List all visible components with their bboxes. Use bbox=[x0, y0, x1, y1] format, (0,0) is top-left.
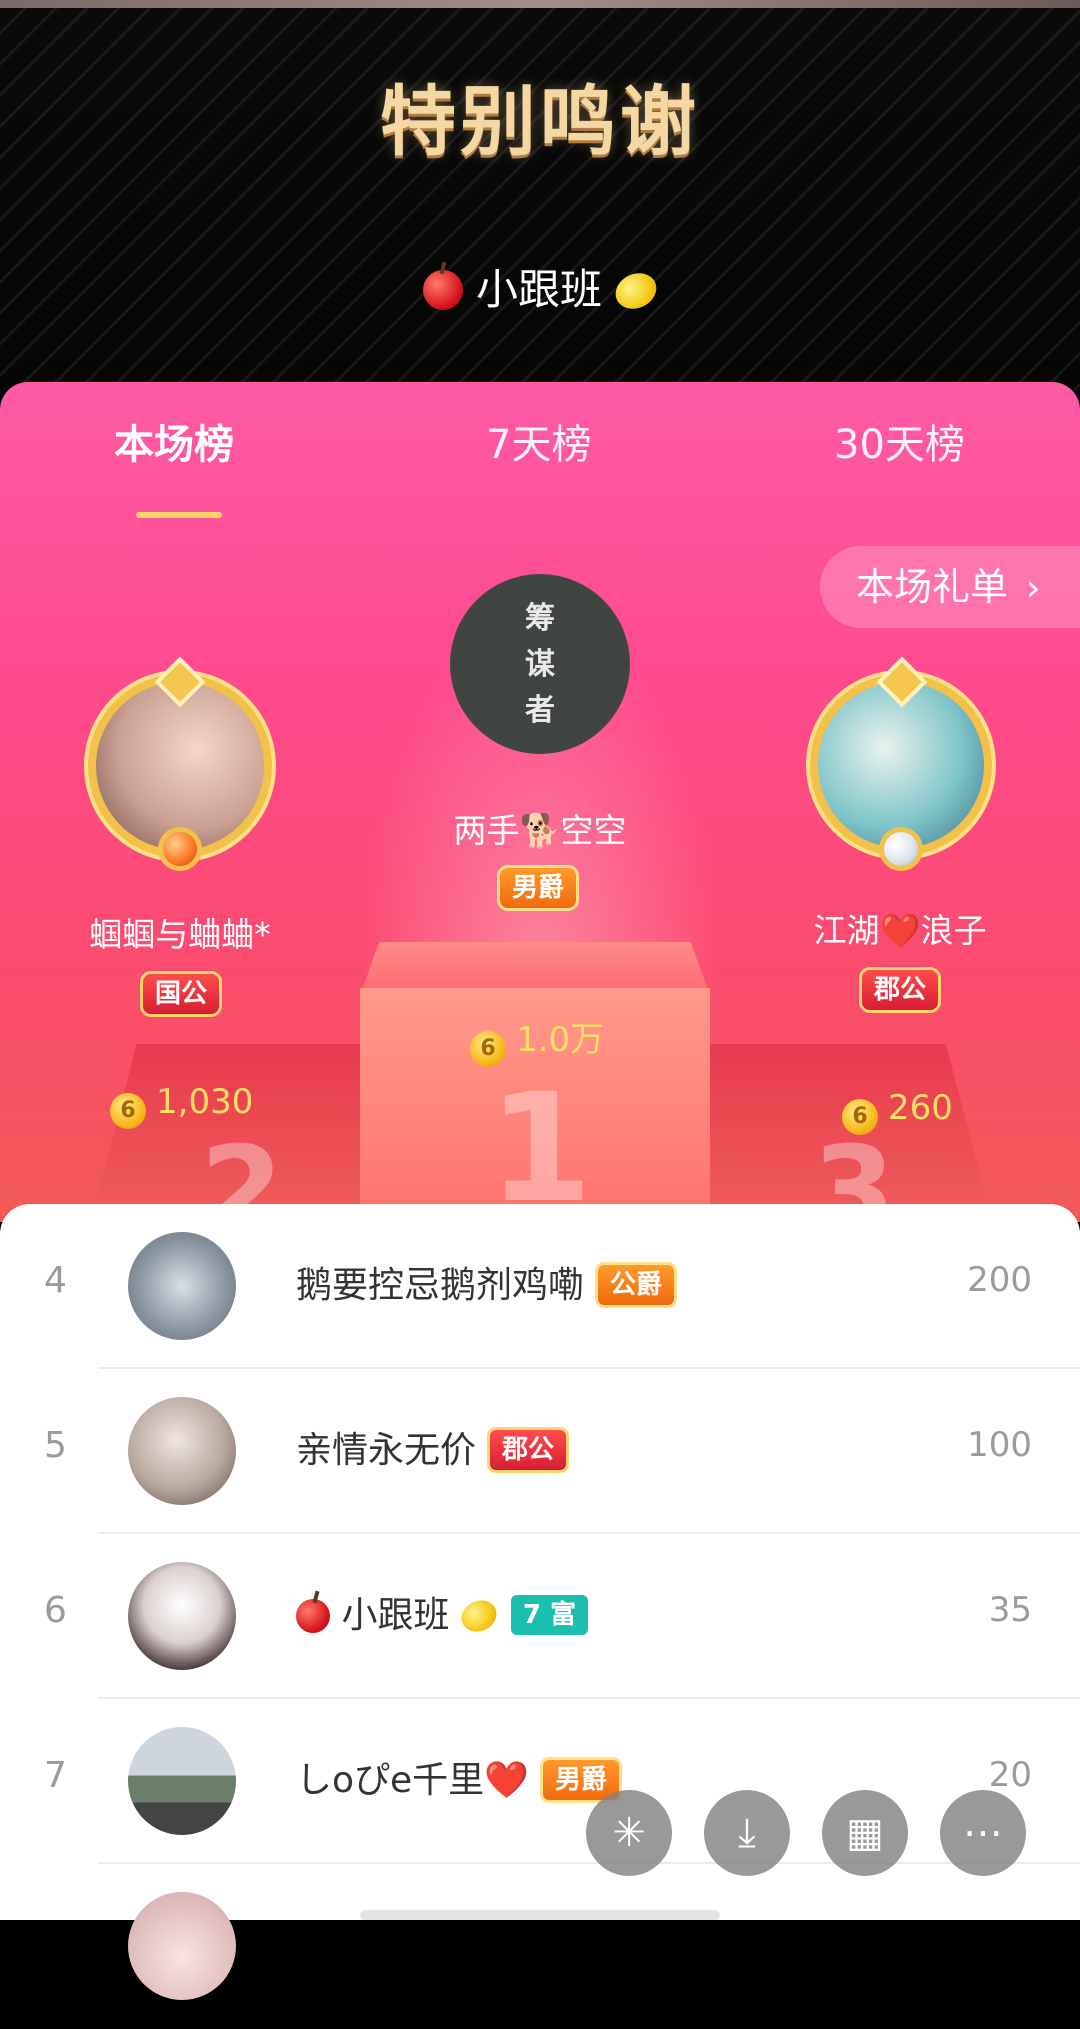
podium-first-top bbox=[362, 942, 708, 990]
rank-tag: 郡公 bbox=[490, 1430, 567, 1470]
avatar[interactable] bbox=[128, 1562, 236, 1670]
tab-7-days[interactable]: 7天榜 bbox=[486, 412, 591, 470]
coin-icon: 6 bbox=[470, 1031, 506, 1067]
list-item[interactable]: 4 鹅要控忌鹅剂鸡嘞 公爵 200 bbox=[0, 1204, 1080, 1369]
apple-icon bbox=[296, 1599, 330, 1633]
more-button[interactable]: ⋯ bbox=[940, 1790, 1026, 1876]
list-item[interactable]: 7 しoぴe千里❤️ 男爵 20 bbox=[0, 1699, 1080, 1864]
avatar-text-2: 谋 bbox=[525, 647, 555, 682]
rank-tag: 男爵 bbox=[543, 1760, 620, 1800]
ranking-panel: 本场榜 7天榜 30天榜 本场礼单 › 1 2 3 筹 谋 者 两手🐕空空 男爵 … bbox=[0, 382, 1080, 1222]
lemon-icon bbox=[456, 1594, 502, 1638]
sparkle-button[interactable]: ✳ bbox=[586, 1790, 672, 1876]
first-name: 两手🐕空空 bbox=[453, 811, 627, 850]
list-item[interactable] bbox=[0, 1864, 1080, 2029]
third-name: 江湖❤️浪子 bbox=[813, 911, 987, 950]
avatar[interactable] bbox=[128, 1727, 236, 1835]
download-icon: ⤓ bbox=[738, 1810, 756, 1856]
score-value: 20 bbox=[988, 1755, 1032, 1795]
user-name-text: しoぴe千里❤️ bbox=[296, 1760, 529, 1801]
tab-this-session[interactable]: 本场榜 bbox=[114, 412, 234, 470]
third-badge: 郡公 bbox=[862, 970, 939, 1010]
gem-icon bbox=[884, 832, 918, 866]
header-strip bbox=[0, 0, 1080, 8]
list-item[interactable]: 5 亲情永无价 郡公 100 bbox=[0, 1369, 1080, 1534]
third-score-value: 260 bbox=[888, 1088, 953, 1128]
coin-icon: 6 bbox=[842, 1099, 878, 1135]
grid-icon: ▦ bbox=[846, 1810, 884, 1856]
ranking-list: 4 鹅要控忌鹅剂鸡嘞 公爵 200 5 亲情永无价 郡公 100 6 小跟班 7 富… bbox=[0, 1204, 1080, 2000]
third-score: 6 260 bbox=[842, 1088, 953, 1135]
user-name-text: 小跟班 bbox=[341, 1595, 450, 1636]
rank-tag: 公爵 bbox=[598, 1265, 675, 1305]
user-name: 小跟班 7 富 bbox=[296, 1586, 589, 1638]
score-value: 200 bbox=[967, 1260, 1032, 1300]
avatar-text-1: 筹 bbox=[525, 601, 555, 636]
rank-number: 4 bbox=[44, 1260, 67, 1301]
sparkle-icon: ✳ bbox=[612, 1810, 646, 1856]
second-name: 蝈蝈与蛐蛐* bbox=[89, 915, 271, 954]
avatar[interactable] bbox=[128, 1892, 236, 2000]
avatar-first[interactable]: 筹 谋 者 bbox=[450, 574, 630, 754]
first-score: 6 1.0万 bbox=[470, 1012, 604, 1067]
ranking-tabs: 本场榜 7天榜 30天榜 bbox=[0, 412, 1080, 518]
grid-button[interactable]: ▦ bbox=[822, 1790, 908, 1876]
gift-list-button[interactable]: 本场礼单 › bbox=[820, 546, 1080, 628]
rank-tag: 7 富 bbox=[510, 1595, 589, 1635]
avatar[interactable] bbox=[128, 1397, 236, 1505]
second-badge: 国公 bbox=[143, 974, 220, 1014]
list-item[interactable]: 6 小跟班 7 富 35 bbox=[0, 1534, 1080, 1699]
featured-user-name: 小跟班 bbox=[475, 265, 602, 314]
download-button[interactable]: ⤓ bbox=[704, 1790, 790, 1876]
header: 特别鸣谢 小跟班 bbox=[0, 0, 1080, 400]
rank-number: 5 bbox=[44, 1425, 67, 1466]
user-name-text: 鹅要控忌鹅剂鸡嘞 bbox=[296, 1265, 585, 1306]
apple-icon bbox=[422, 270, 463, 310]
user-name: 鹅要控忌鹅剂鸡嘞 公爵 bbox=[296, 1256, 675, 1308]
tab-30-days[interactable]: 30天榜 bbox=[834, 412, 965, 470]
active-tab-indicator bbox=[136, 512, 222, 518]
rank-number: 7 bbox=[44, 1755, 67, 1796]
second-score: 6 1,030 bbox=[110, 1082, 253, 1129]
avatar-second[interactable] bbox=[96, 682, 264, 850]
score-value: 35 bbox=[988, 1590, 1032, 1630]
gift-list-label: 本场礼单 bbox=[856, 565, 1009, 609]
lemon-icon bbox=[610, 266, 663, 316]
rank-number: 6 bbox=[44, 1590, 67, 1631]
gem-icon bbox=[163, 832, 197, 866]
page-title: 特别鸣谢 bbox=[380, 77, 700, 166]
user-name: 亲情永无价 郡公 bbox=[296, 1421, 567, 1473]
score-value: 100 bbox=[967, 1425, 1032, 1465]
first-badge: 男爵 bbox=[500, 868, 577, 908]
user-name: しoぴe千里❤️ 男爵 bbox=[296, 1751, 620, 1803]
more-icon: ⋯ bbox=[963, 1810, 1003, 1856]
featured-user: 小跟班 bbox=[0, 256, 1080, 317]
avatar-text-3: 者 bbox=[525, 693, 555, 728]
second-score-value: 1,030 bbox=[156, 1082, 254, 1122]
first-score-value: 1.0万 bbox=[516, 1020, 605, 1060]
avatar[interactable] bbox=[128, 1232, 236, 1340]
user-name-text: 亲情永无价 bbox=[296, 1430, 477, 1471]
home-indicator bbox=[360, 1910, 720, 1920]
avatar-third[interactable] bbox=[818, 682, 984, 848]
podium-rank-1: 1 bbox=[488, 1062, 593, 1222]
chevron-right-icon: › bbox=[1026, 568, 1041, 609]
coin-icon: 6 bbox=[110, 1093, 146, 1129]
